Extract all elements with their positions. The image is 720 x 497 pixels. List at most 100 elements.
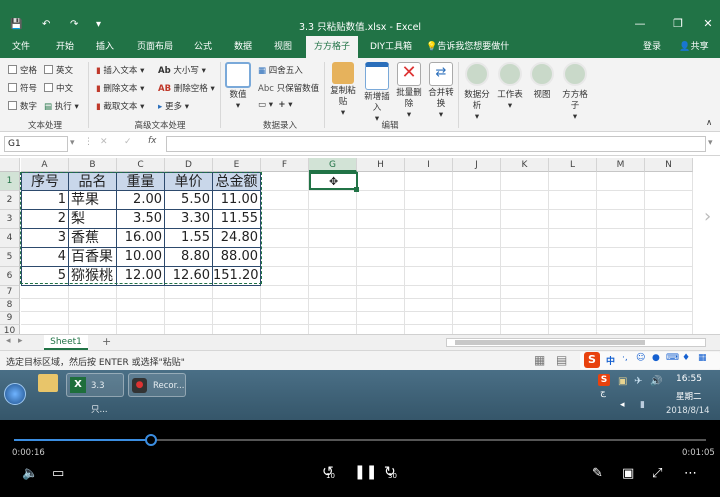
checkbox-number[interactable]: 数字	[8, 100, 37, 112]
empty-cell[interactable]	[501, 210, 549, 229]
empty-cell[interactable]	[549, 299, 597, 312]
empty-cell[interactable]	[501, 191, 549, 210]
column-header[interactable]: J	[453, 158, 501, 172]
more-options-button[interactable]: ⋯	[684, 466, 697, 481]
column-header[interactable]: B	[69, 158, 117, 172]
empty-cell[interactable]	[549, 286, 597, 299]
empty-cell[interactable]	[213, 286, 261, 299]
punctuation-icon[interactable]: ·,	[622, 353, 628, 363]
empty-cell[interactable]	[597, 267, 645, 286]
empty-cell[interactable]	[405, 248, 453, 267]
restore-button[interactable]: ❐	[668, 17, 688, 30]
page-layout-icon[interactable]: ▤	[556, 353, 567, 367]
empty-cell[interactable]	[357, 286, 405, 299]
tray-app-icon[interactable]: ▣	[618, 376, 627, 387]
empty-cell[interactable]	[549, 312, 597, 325]
share-button[interactable]: 👤共享	[672, 36, 716, 58]
minimize-button[interactable]: —	[630, 17, 650, 30]
emoji-icon[interactable]: ☺	[636, 353, 645, 363]
column-header[interactable]: K	[501, 158, 549, 172]
empty-cell[interactable]	[645, 210, 693, 229]
close-button[interactable]: ✕	[698, 17, 718, 30]
volume-icon[interactable]: 🔊	[650, 376, 662, 387]
row-header[interactable]: 4	[0, 229, 20, 248]
keyboard-icon[interactable]: ⌨	[666, 353, 679, 363]
remove-spaces-button[interactable]: AB 删除空格 ▾	[158, 82, 215, 94]
empty-cell[interactable]	[405, 191, 453, 210]
empty-cell[interactable]	[645, 286, 693, 299]
next-arrow-icon[interactable]: ›	[704, 206, 711, 227]
checkbox-chinese[interactable]: 中文	[44, 82, 73, 94]
subtitles-button[interactable]: ▭	[52, 466, 64, 481]
sheet-tab-sheet1[interactable]: Sheet1	[44, 335, 88, 350]
empty-cell[interactable]	[645, 267, 693, 286]
empty-cell[interactable]	[357, 172, 405, 191]
empty-cell[interactable]	[549, 172, 597, 191]
select-all-corner[interactable]	[0, 158, 20, 172]
empty-cell[interactable]	[453, 172, 501, 191]
insert-new-button[interactable]: 新增插入 ▾	[362, 62, 392, 125]
empty-cell[interactable]	[597, 191, 645, 210]
tab-diy-toolbox[interactable]: DIY工具箱	[364, 36, 418, 58]
empty-cell[interactable]	[69, 286, 117, 299]
show-hidden-icons[interactable]: ◂	[620, 400, 625, 410]
empty-cell[interactable]	[405, 312, 453, 325]
empty-cell[interactable]	[645, 172, 693, 191]
tab-insert[interactable]: 插入	[88, 36, 122, 58]
empty-cell[interactable]	[597, 172, 645, 191]
empty-cell[interactable]	[453, 229, 501, 248]
view-button[interactable]: 视图	[528, 62, 556, 101]
empty-cell[interactable]	[117, 299, 165, 312]
empty-cell[interactable]	[453, 286, 501, 299]
volume-button[interactable]: 🔈	[22, 466, 38, 481]
extract-text-button[interactable]: ▮ 截取文本 ▾	[96, 100, 144, 112]
column-header[interactable]: E	[213, 158, 261, 172]
empty-cell[interactable]	[21, 299, 69, 312]
fill-handle[interactable]	[354, 187, 359, 192]
taskbar-excel-window[interactable]: X 3.3 只...	[66, 373, 124, 415]
execute-button[interactable]: ▤ 执行 ▾	[44, 100, 79, 112]
start-button[interactable]	[4, 383, 26, 405]
tab-home[interactable]: 开始	[46, 36, 84, 58]
empty-cell[interactable]	[69, 299, 117, 312]
mini-view-button[interactable]: ▣	[622, 466, 634, 481]
number-format-button[interactable]: ▭ ▾ + ▾	[258, 100, 293, 110]
empty-cell[interactable]	[117, 312, 165, 325]
empty-cell[interactable]	[117, 286, 165, 299]
collapse-ribbon-icon[interactable]: ∧	[706, 118, 712, 128]
sogou-ime-icon[interactable]: S	[584, 352, 600, 368]
empty-cell[interactable]	[357, 267, 405, 286]
row-header[interactable]: 2	[0, 191, 20, 210]
empty-cell[interactable]	[309, 312, 357, 325]
empty-cell[interactable]	[261, 248, 309, 267]
checkbox-symbol[interactable]: 符号	[8, 82, 37, 94]
formula-input[interactable]	[166, 136, 706, 152]
data-analysis-button[interactable]: 数据分析 ▾	[462, 62, 492, 123]
column-header[interactable]: D	[165, 158, 213, 172]
fangfang-button[interactable]: 方方格子 ▾	[560, 62, 590, 123]
expand-formula-icon[interactable]: ▾	[708, 138, 713, 148]
empty-cell[interactable]	[405, 299, 453, 312]
empty-cell[interactable]	[309, 191, 357, 210]
empty-cell[interactable]	[309, 229, 357, 248]
empty-cell[interactable]	[309, 267, 357, 286]
row-header[interactable]: 9	[0, 312, 20, 325]
column-header[interactable]: C	[117, 158, 165, 172]
empty-cell[interactable]	[453, 267, 501, 286]
column-header[interactable]: F	[261, 158, 309, 172]
row-header[interactable]: 6	[0, 267, 20, 286]
empty-cell[interactable]	[261, 229, 309, 248]
tab-data[interactable]: 数据	[226, 36, 260, 58]
tray-extra-icon[interactable]: ▮	[640, 400, 645, 410]
tab-fangfang[interactable]: 方方格子	[306, 36, 358, 58]
empty-cell[interactable]	[213, 299, 261, 312]
delete-text-button[interactable]: ▮ 删除文本 ▾	[96, 82, 144, 94]
row-header[interactable]: 1	[0, 172, 20, 191]
empty-cell[interactable]	[357, 210, 405, 229]
empty-cell[interactable]	[21, 312, 69, 325]
next-sheet-icon[interactable]: ▸	[18, 336, 23, 346]
empty-cell[interactable]	[309, 286, 357, 299]
confirm-entry-icon[interactable]: ✓	[124, 137, 132, 147]
empty-cell[interactable]	[405, 267, 453, 286]
empty-cell[interactable]	[261, 312, 309, 325]
